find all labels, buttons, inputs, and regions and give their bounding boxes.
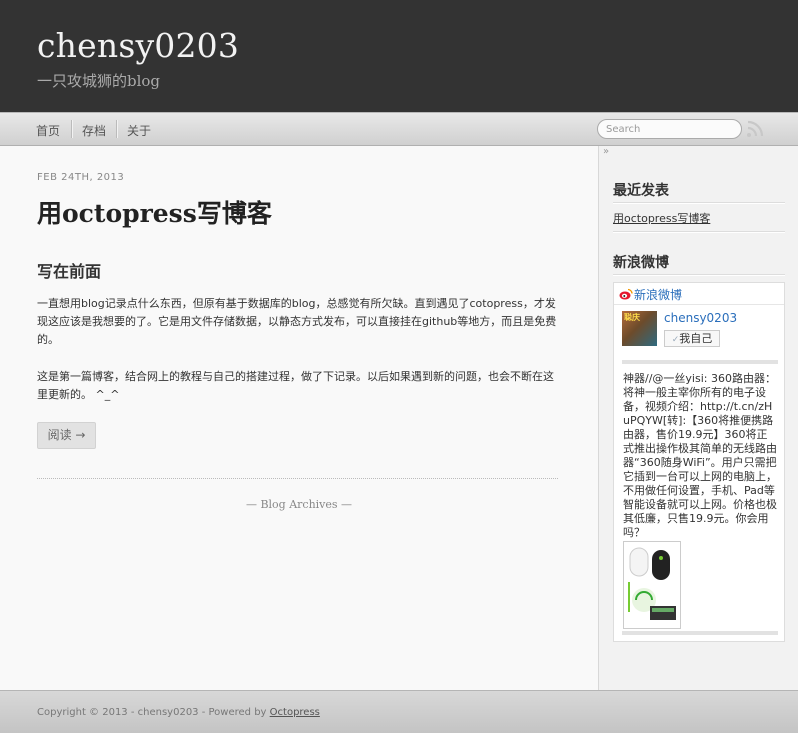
- octopress-link[interactable]: Octopress: [270, 707, 320, 718]
- divider: [613, 274, 785, 276]
- post-paragraph: 这是第一篇博客，结合网上的教程与自己的搭建过程，做了下记录。以后如果遇到新的问题…: [37, 370, 554, 401]
- weibo-separator-bar: [622, 360, 778, 364]
- nav-item-about[interactable]: 关于: [127, 122, 151, 139]
- follow-status-label: 我自己: [679, 332, 713, 345]
- site-subtitle: 一只攻城狮的blog: [37, 72, 161, 90]
- sidebar-collapse-toggle[interactable]: »: [599, 146, 613, 164]
- weibo-image-thumbnail[interactable]: [623, 541, 681, 629]
- divider: [613, 202, 785, 204]
- nav-item-home[interactable]: 首页: [36, 122, 60, 139]
- copyright-text: Copyright © 2013 - chensy0203 - Powered …: [37, 707, 270, 718]
- weibo-status-text: 神器//@一丝yisi: 360路由器：将神一般主宰你所有的电子设备，视频介绍：…: [623, 372, 777, 539]
- weibo-link[interactable]: 新浪微博: [634, 286, 682, 303]
- weibo-separator-bar: [622, 631, 778, 635]
- divider: [37, 478, 558, 479]
- recent-posts-heading: 最近发表: [613, 183, 669, 199]
- nav-divider: [116, 120, 118, 138]
- weibo-heading: 新浪微博: [613, 255, 669, 271]
- weibo-icon: [619, 288, 633, 300]
- post-paragraph: 一直想用blog记录点什么东西，但原有基于数据库的blog，总感觉有所欠缺。直到…: [37, 297, 557, 346]
- follow-status-button[interactable]: ✓我自己: [664, 330, 720, 347]
- post-date: FEB 24TH, 2013: [37, 172, 125, 183]
- site-title[interactable]: chensy0203: [37, 26, 239, 65]
- router-image-icon: [624, 542, 680, 628]
- post-section-heading: 写在前面: [37, 262, 102, 281]
- recent-post-link[interactable]: 用octopress写博客: [613, 210, 710, 226]
- divider: [614, 304, 784, 305]
- avatar[interactable]: 聪庆: [622, 311, 657, 346]
- rss-icon[interactable]: [746, 120, 764, 138]
- read-more-button[interactable]: 阅读 →: [37, 422, 96, 449]
- blog-archives-link[interactable]: — Blog Archives —: [0, 498, 598, 511]
- post-title[interactable]: 用octopress写博客: [37, 194, 272, 230]
- site-footer: Copyright © 2013 - chensy0203 - Powered …: [0, 690, 798, 733]
- main-nav: 首页 存档 关于: [0, 112, 798, 146]
- weibo-widget: 新浪微博 聪庆 chensy0203 ✓我自己 神器//@一丝yisi: 360…: [613, 282, 785, 642]
- main-content: FEB 24TH, 2013 用octopress写博客 写在前面 一直想用bl…: [0, 146, 598, 690]
- page: chensy0203 一只攻城狮的blog 首页 存档 关于 FEB 24TH,…: [0, 0, 798, 733]
- search-input[interactable]: [597, 119, 742, 139]
- nav-item-archives[interactable]: 存档: [82, 122, 106, 139]
- divider: [613, 231, 785, 233]
- site-header: chensy0203 一只攻城狮的blog: [0, 0, 798, 112]
- nav-divider: [71, 120, 73, 138]
- avatar-text: 聪庆: [624, 313, 640, 322]
- sidebar: » 最近发表 用octopress写博客 新浪微博 新浪微博 聪庆 chensy…: [598, 146, 798, 690]
- footer-text: Copyright © 2013 - chensy0203 - Powered …: [37, 707, 320, 718]
- weibo-user-name[interactable]: chensy0203: [664, 311, 737, 325]
